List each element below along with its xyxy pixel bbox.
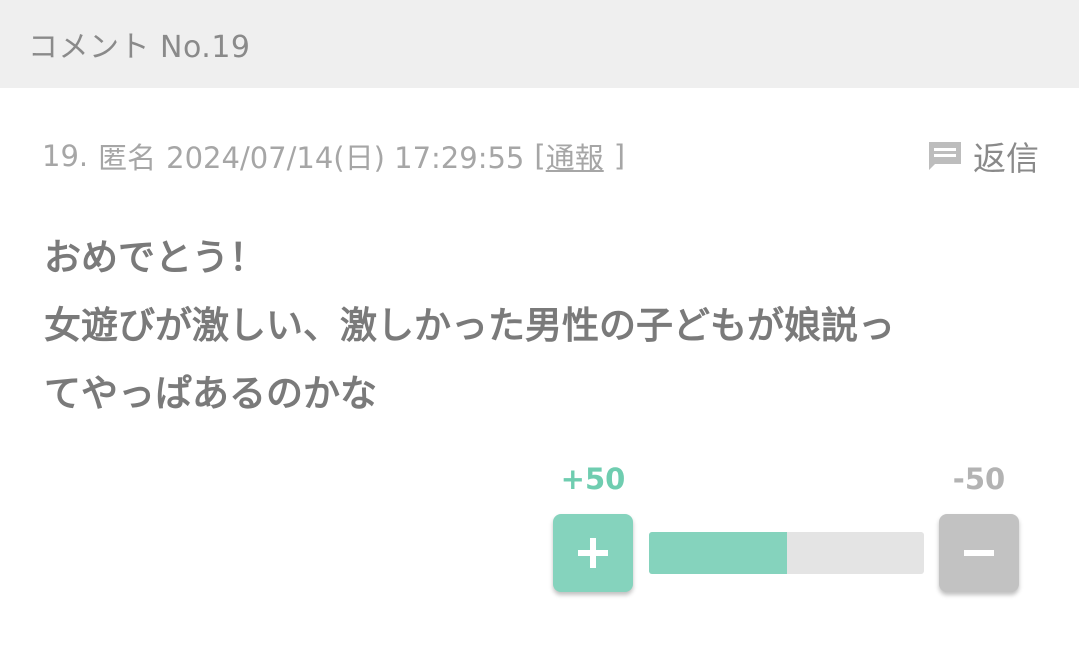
comment-header: コメント No.19: [0, 0, 1079, 88]
reply-label: 返信: [973, 139, 1039, 178]
comment-datetime: 2024/07/14(日) 17:29:55: [166, 141, 525, 175]
comment-icon: [929, 142, 961, 170]
comment-meta: 19. 匿名 2024/07/14(日) 17:29:55 [通報]: [42, 136, 635, 176]
comment-body-line: てやっぱあるのかな: [44, 372, 377, 415]
report-bracket-close: ]: [613, 139, 626, 173]
plus-vote-button[interactable]: [553, 514, 633, 592]
report-link[interactable]: 通報: [546, 135, 604, 177]
vote-ratio-fill: [649, 532, 787, 574]
comment-number: 19.: [42, 139, 89, 173]
comment-author: 匿名: [98, 141, 157, 175]
minus-vote-button[interactable]: [939, 514, 1019, 592]
comment-body-line: 女遊びが激しい、激しかった男性の子どもが娘説っ: [44, 304, 895, 347]
plus-icon: [578, 538, 608, 568]
plus-vote-count: +50: [560, 462, 626, 496]
report-bracket-open: [: [534, 139, 546, 173]
reply-button[interactable]: 返信: [927, 134, 1039, 178]
vote-ratio-bar: [649, 532, 924, 574]
minus-vote-count: -50: [952, 462, 1006, 496]
comment-body-line: おめでとう！: [44, 236, 266, 279]
header-title: コメント No.19: [28, 30, 251, 65]
comment-body: おめでとう！ 女遊びが激しい、激しかった男性の子どもが娘説っ てやっぱあるのかな: [44, 224, 1034, 428]
minus-icon: [964, 550, 994, 556]
